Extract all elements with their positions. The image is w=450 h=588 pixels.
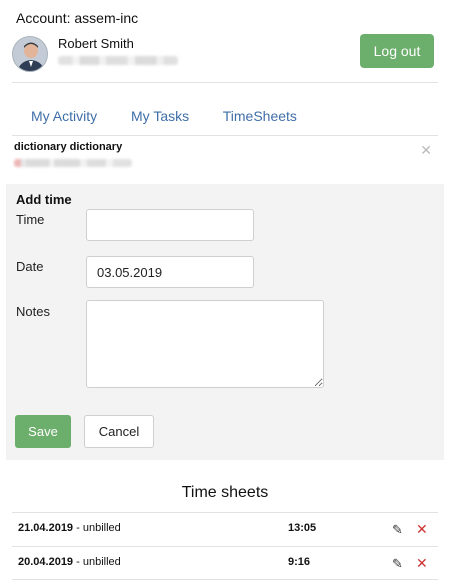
pencil-icon[interactable]: ✎ [392, 556, 403, 572]
date-label: Date [16, 259, 44, 274]
tab-timesheets[interactable]: TimeSheets [223, 108, 297, 124]
timesheets-title: Time sheets [181, 484, 269, 501]
date-text: 20.04.2019 [18, 556, 74, 568]
divider [12, 82, 438, 83]
close-icon[interactable]: ✕ [420, 142, 432, 159]
timesheet-hours: 13:05 [288, 522, 317, 534]
user-name: Robert Smith [58, 36, 134, 51]
project-title: dictionary dictionary [14, 141, 123, 153]
billing-status: - unbilled [73, 522, 121, 534]
project-subtitle-blurred [14, 159, 132, 167]
user-row: Robert Smith Log out [12, 34, 438, 74]
table-row: 21.04.2019 - unbilled 13:05 ✎ ✕ [12, 512, 438, 546]
tab-my-tasks[interactable]: My Tasks [131, 108, 189, 124]
divider [12, 135, 438, 136]
logout-button[interactable]: Log out [360, 34, 434, 68]
main-tabs: My Activity My Tasks TimeSheets [31, 108, 327, 124]
add-time-title: Add time [16, 192, 72, 207]
time-input[interactable] [86, 209, 254, 241]
notes-input[interactable] [86, 300, 324, 388]
delete-icon[interactable]: ✕ [416, 555, 428, 572]
table-row: 20.04.2019 - unbilled 9:16 ✎ ✕ [12, 546, 438, 580]
save-button[interactable]: Save [15, 415, 71, 448]
add-time-panel: Add time Time Date Notes Save Cancel [6, 184, 444, 460]
notes-label: Notes [16, 304, 50, 319]
user-email-blurred [58, 56, 178, 65]
billing-status: - unbilled [73, 556, 121, 568]
delete-icon[interactable]: ✕ [416, 521, 428, 538]
timesheet-date: 20.04.2019 - unbilled [18, 556, 121, 568]
time-label: Time [16, 212, 45, 227]
date-input[interactable] [86, 256, 254, 288]
avatar [12, 36, 48, 72]
cancel-button[interactable]: Cancel [84, 415, 154, 448]
timesheet-hours: 9:16 [288, 556, 311, 568]
date-text: 21.04.2019 [18, 522, 74, 534]
timesheets-table: 21.04.2019 - unbilled 13:05 ✎ ✕ 20.04.20… [12, 512, 438, 580]
tab-my-activity[interactable]: My Activity [31, 108, 97, 124]
account-line: Account: assem-inc [16, 10, 139, 26]
pencil-icon[interactable]: ✎ [392, 522, 403, 538]
timesheet-date: 21.04.2019 - unbilled [18, 522, 121, 534]
